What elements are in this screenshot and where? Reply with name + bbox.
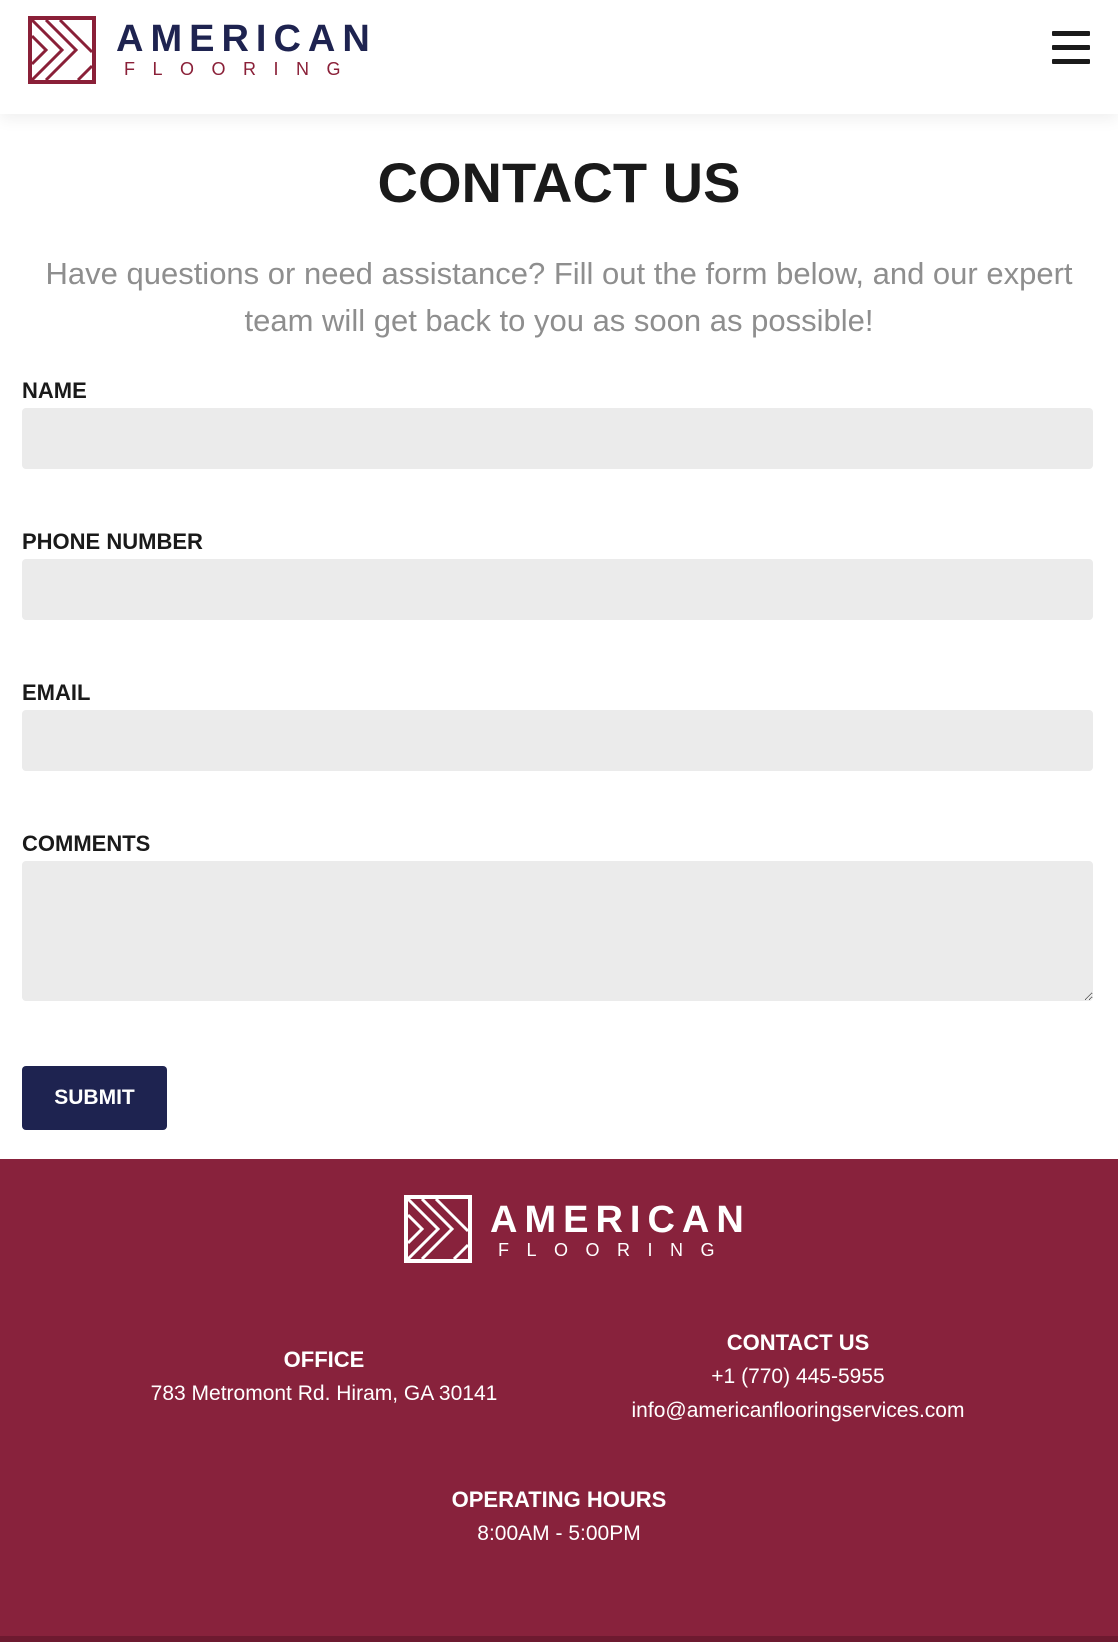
name-field[interactable] [22, 408, 1093, 469]
email-label: EMAIL [22, 680, 91, 705]
footer-logo-link[interactable]: AMERICAN FLOORING [404, 1195, 744, 1265]
site-header: AMERICAN FLOORING [0, 0, 1118, 114]
site-logo-link[interactable]: AMERICAN FLOORING [28, 16, 370, 86]
comments-label: COMMENTS [22, 831, 151, 856]
footer-logo-mark-icon [404, 1195, 472, 1263]
footer-contact: CONTACT US +1 (770) 445-5955 info@americ… [578, 1326, 1018, 1428]
office-address: 783 Metromont Rd. Hiram, GA 30141 [150, 1382, 498, 1405]
email-link[interactable]: info@americanflooringservices.com [578, 1394, 1018, 1428]
menu-bar [1052, 31, 1090, 36]
comments-field[interactable] [22, 861, 1093, 1001]
menu-bar [1052, 45, 1090, 50]
phone-label: PHONE NUMBER [22, 529, 203, 554]
site-footer: AMERICAN FLOORING OFFICE 783 Metromont R… [0, 1159, 1118, 1642]
logo-mark-icon [28, 16, 96, 84]
logo-wordmark: AMERICAN [116, 18, 377, 60]
hours-value: 8:00AM - 5:00PM [477, 1522, 641, 1545]
logo-subtitle: FLOORING [124, 59, 359, 79]
submit-button[interactable]: SUBMIT [22, 1066, 167, 1130]
hamburger-menu-icon[interactable] [1052, 31, 1092, 67]
phone-field[interactable] [22, 559, 1093, 620]
name-label: NAME [22, 378, 87, 403]
footer-bottom-strip [0, 1636, 1118, 1642]
contact-heading: CONTACT US [726, 1330, 870, 1355]
menu-bar [1052, 59, 1090, 64]
phone-link[interactable]: +1 (770) 445-5955 [578, 1360, 1018, 1394]
intro-text: Have questions or need assistance? Fill … [45, 256, 1073, 338]
office-heading: OFFICE [283, 1347, 365, 1372]
footer-logo-wordmark: AMERICAN [490, 1199, 751, 1241]
hours-heading: OPERATING HOURS [451, 1487, 667, 1512]
footer-logo-subtitle: FLOORING [498, 1240, 733, 1260]
email-field[interactable] [22, 710, 1093, 771]
footer-hours: OPERATING HOURS 8:00AM - 5:00PM [339, 1483, 779, 1551]
footer-office: OFFICE 783 Metromont Rd. Hiram, GA 30141 [104, 1343, 544, 1411]
page-title: CONTACT US [377, 151, 741, 214]
